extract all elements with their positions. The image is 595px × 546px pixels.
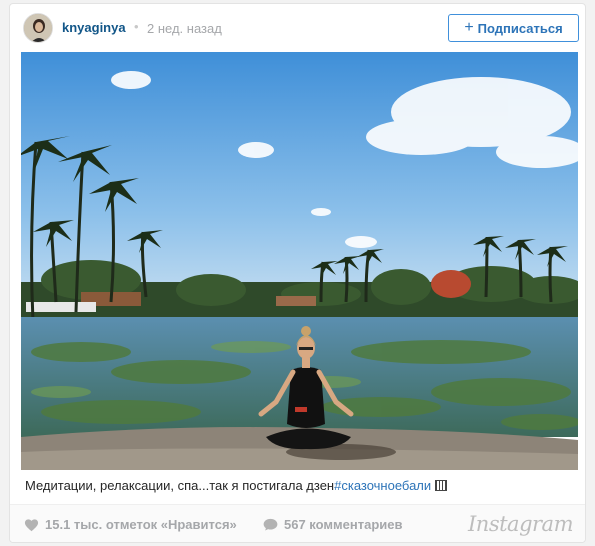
- post-card: knyaginya • 2 нед. назад + Подписаться М…: [9, 3, 586, 543]
- comments-counter[interactable]: 567 комментариев: [263, 517, 402, 532]
- instagram-logo[interactable]: Instagram: [468, 512, 573, 536]
- post-footer: 15.1 тыс. отметок «Нравится» 567 коммент…: [10, 504, 585, 542]
- follow-button[interactable]: + Подписаться: [448, 14, 579, 42]
- plus-icon: +: [464, 19, 474, 36]
- emoji-glyph: [435, 480, 448, 491]
- heart-icon: [24, 518, 39, 531]
- comment-bubble-icon: [263, 518, 278, 531]
- comments-text: 567 комментариев: [284, 517, 403, 532]
- caption-text: Медитации, релаксации, спа...так я пости…: [25, 478, 335, 493]
- follow-label: Подписаться: [477, 20, 563, 36]
- post-time[interactable]: 2 нед. назад: [147, 21, 222, 36]
- post-caption: Медитации, релаксации, спа...так я пости…: [25, 478, 448, 493]
- hashtag-link[interactable]: #сказочноебали: [334, 478, 431, 493]
- likes-text: 15.1 тыс. отметок «Нравится»: [45, 517, 237, 532]
- post-header: knyaginya • 2 нед. назад + Подписаться: [10, 4, 585, 52]
- avatar[interactable]: [23, 13, 53, 43]
- separator-dot: •: [134, 19, 139, 34]
- post-photo[interactable]: [21, 52, 578, 470]
- username-link[interactable]: knyaginya: [62, 20, 126, 35]
- likes-counter[interactable]: 15.1 тыс. отметок «Нравится»: [24, 517, 237, 532]
